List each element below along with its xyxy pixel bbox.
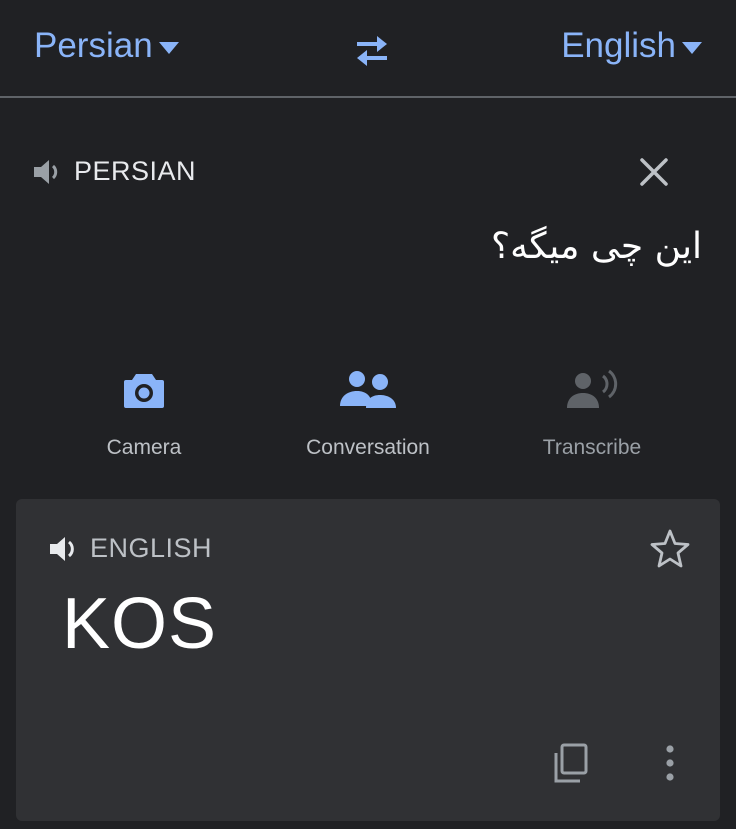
input-language-label: PERSIAN bbox=[74, 156, 197, 186]
target-language-selector[interactable]: English bbox=[561, 26, 702, 66]
transcribe-label: Transcribe bbox=[542, 436, 642, 459]
speaker-icon[interactable] bbox=[48, 534, 82, 564]
source-language-selector[interactable]: Persian bbox=[34, 26, 179, 66]
result-language-header[interactable]: ENGLISH bbox=[48, 533, 212, 564]
camera-label: Camera bbox=[106, 436, 182, 459]
swap-arrows-icon bbox=[357, 36, 387, 66]
swap-languages-button[interactable] bbox=[351, 30, 393, 70]
camera-icon bbox=[124, 374, 164, 408]
speaker-icon[interactable] bbox=[32, 157, 64, 187]
result-language-label: ENGLISH bbox=[90, 533, 213, 563]
transcribe-icon bbox=[567, 369, 618, 408]
copy-icon bbox=[554, 743, 588, 783]
conversation-button[interactable]: Conversation bbox=[278, 366, 458, 460]
source-text[interactable]: این چی میگه؟ bbox=[491, 226, 702, 267]
translation-result-card: ENGLISH KOS bbox=[16, 499, 720, 821]
dropdown-arrow-icon bbox=[158, 42, 179, 54]
camera-button[interactable]: Camera bbox=[54, 366, 234, 460]
more-options-button[interactable] bbox=[652, 741, 688, 785]
more-vert-icon bbox=[666, 745, 674, 781]
copy-button[interactable] bbox=[550, 741, 594, 785]
dropdown-arrow-icon bbox=[682, 42, 702, 54]
clear-input-button[interactable] bbox=[636, 154, 672, 190]
source-language-label: Persian bbox=[34, 26, 153, 65]
input-language-header[interactable]: PERSIAN bbox=[32, 156, 196, 187]
input-panel: PERSIAN این چی میگه؟ Camera Conversation bbox=[0, 98, 736, 484]
transcribe-button[interactable]: Transcribe bbox=[502, 366, 682, 460]
target-language-label: English bbox=[561, 26, 676, 65]
save-translation-button[interactable] bbox=[648, 527, 692, 571]
star-outline-icon bbox=[650, 529, 690, 568]
translated-text[interactable]: KOS bbox=[62, 583, 217, 665]
conversation-label: Conversation bbox=[306, 436, 430, 459]
people-icon bbox=[340, 371, 396, 408]
language-bar: Persian English bbox=[0, 0, 736, 96]
close-icon bbox=[640, 158, 668, 186]
